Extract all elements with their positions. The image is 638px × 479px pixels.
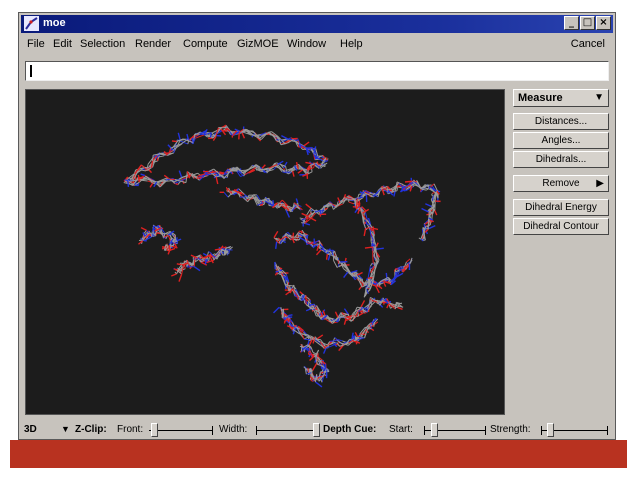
strength-slider-end-right [607,426,608,435]
width-slider-track[interactable] [256,430,318,431]
menu-help[interactable]: Help [340,38,363,50]
dihedral-contour-button[interactable]: Dihedral Contour [513,218,609,235]
measure-panel: Measure ▼ Distances... Angles... Dihedra… [510,87,613,417]
width-slider-knob[interactable] [313,423,320,437]
triangle-down-icon[interactable]: ▼ [61,424,70,434]
front-slider-end [212,426,213,435]
depth-cue-label: Depth Cue: [323,424,377,435]
menu-render[interactable]: Render [135,38,171,50]
menu-window[interactable]: Window [287,38,326,50]
status-bar: 3D ▼ Z-Clip: Front: Width: Depth Cue: St… [21,421,613,439]
command-input[interactable] [25,61,609,81]
start-slider-end-right [485,426,486,435]
window-title: moe [43,17,66,29]
slide-footer-bar [10,440,627,468]
dihedrals-button[interactable]: Dihedrals... [513,151,609,168]
triangle-right-icon: ▶ [596,178,604,189]
menu-bar: File Edit Selection Render Compute GizMO… [21,35,613,53]
zclip-label: Z-Clip: [75,424,107,435]
maximize-button[interactable]: □ [580,16,595,30]
angles-button[interactable]: Angles... [513,132,609,149]
front-slider-knob[interactable] [151,423,158,437]
remove-button[interactable]: Remove ▶ [513,175,609,192]
triangle-down-icon: ▼ [594,92,604,103]
cancel-button[interactable]: Cancel [571,38,605,50]
measure-dropdown[interactable]: Measure ▼ [513,89,609,107]
measure-label: Measure [518,92,563,104]
dihedral-energy-button[interactable]: Dihedral Energy [513,199,609,216]
close-button[interactable]: × [596,16,611,30]
minimize-button[interactable]: _ [564,16,579,30]
start-label: Start: [389,424,413,435]
text-cursor [30,65,32,77]
molecule-viewport[interactable] [25,89,505,415]
front-slider-track[interactable] [149,430,212,431]
menu-gizmoe[interactable]: GizMOE [237,38,279,50]
menu-compute[interactable]: Compute [183,38,228,50]
strength-slider-knob[interactable] [547,423,554,437]
menu-edit[interactable]: Edit [53,38,72,50]
moe-logo-icon [24,16,39,31]
mode-3d-toggle[interactable]: 3D [24,424,37,435]
moe-window: moe _ □ × File Edit Selection Render Com… [18,12,616,440]
strength-label: Strength: [490,424,531,435]
front-label: Front: [117,424,144,435]
width-label: Width: [219,424,248,435]
start-slider-knob[interactable] [431,423,438,437]
menu-selection[interactable]: Selection [80,38,125,50]
distances-button[interactable]: Distances... [513,113,609,130]
remove-label: Remove [542,178,580,189]
molecule-render [123,124,441,388]
menu-file[interactable]: File [27,38,45,50]
title-bar[interactable]: moe _ □ × [21,15,613,33]
